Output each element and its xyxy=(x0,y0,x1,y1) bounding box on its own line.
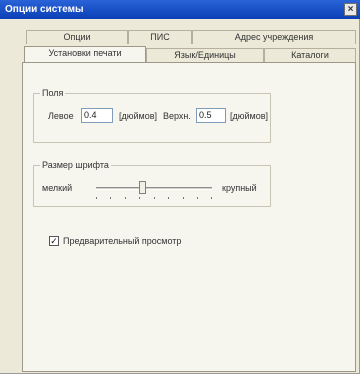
print-settings-panel: Поля Левое 0.4 [дюймов] Верхн. 0.5 [дюйм… xyxy=(22,62,356,372)
slider-tick xyxy=(183,197,184,199)
system-options-window: Опции системы × Опции ПИС Адрес учрежден… xyxy=(0,0,360,374)
tab-directories-label: Каталоги xyxy=(291,50,329,60)
left-margin-input[interactable]: 0.4 xyxy=(81,108,113,123)
top-margin-label: Верхн. xyxy=(163,111,191,121)
font-size-small-label: мелкий xyxy=(42,183,73,193)
slider-tick xyxy=(96,197,97,199)
slider-tick xyxy=(154,197,155,199)
slider-tick xyxy=(139,197,140,199)
tab-institution-address-label: Адрес учреждения xyxy=(234,32,314,42)
tab-directories[interactable]: Каталоги xyxy=(264,48,356,62)
window-title: Опции системы xyxy=(5,4,84,15)
check-icon: ✓ xyxy=(50,236,58,246)
margins-group: Поля Левое 0.4 [дюймов] Верхн. 0.5 [дюйм… xyxy=(33,88,271,143)
slider-tick xyxy=(197,197,198,199)
tab-language-units-label: Язык/Единицы xyxy=(174,50,236,60)
tab-print-settings-label: Установки печати xyxy=(48,48,122,58)
title-bar[interactable]: Опции системы × xyxy=(0,0,360,19)
font-size-large-label: крупный xyxy=(222,183,257,193)
tab-options[interactable]: Опции xyxy=(26,30,128,44)
slider-tick xyxy=(168,197,169,199)
tab-institution-address[interactable]: Адрес учреждения xyxy=(192,30,356,44)
font-size-group: Размер шрифта мелкий крупный xyxy=(33,160,271,207)
close-icon: × xyxy=(347,4,354,15)
slider-tick xyxy=(125,197,126,199)
slider-tick xyxy=(110,197,111,199)
preview-checkbox[interactable]: ✓ xyxy=(49,236,59,246)
tab-print-settings[interactable]: Установки печати xyxy=(24,46,146,62)
tab-pis[interactable]: ПИС xyxy=(128,30,192,44)
tab-options-label: Опции xyxy=(63,32,91,42)
tab-pis-label: ПИС xyxy=(150,32,170,42)
top-margin-input[interactable]: 0.5 xyxy=(196,108,226,123)
left-margin-label: Левое xyxy=(48,111,74,121)
top-margin-unit: [дюймов] xyxy=(230,111,269,121)
font-size-slider-track[interactable] xyxy=(96,187,212,190)
font-size-group-label: Размер шрифта xyxy=(40,160,111,170)
left-margin-unit: [дюймов] xyxy=(119,111,158,121)
slider-tick xyxy=(211,197,212,199)
tab-language-units[interactable]: Язык/Единицы xyxy=(146,48,264,62)
close-button[interactable]: × xyxy=(344,3,357,16)
margins-group-label: Поля xyxy=(40,88,66,98)
preview-checkbox-label[interactable]: Предварительный просмотр xyxy=(63,236,181,246)
font-size-slider-thumb[interactable] xyxy=(139,181,147,194)
